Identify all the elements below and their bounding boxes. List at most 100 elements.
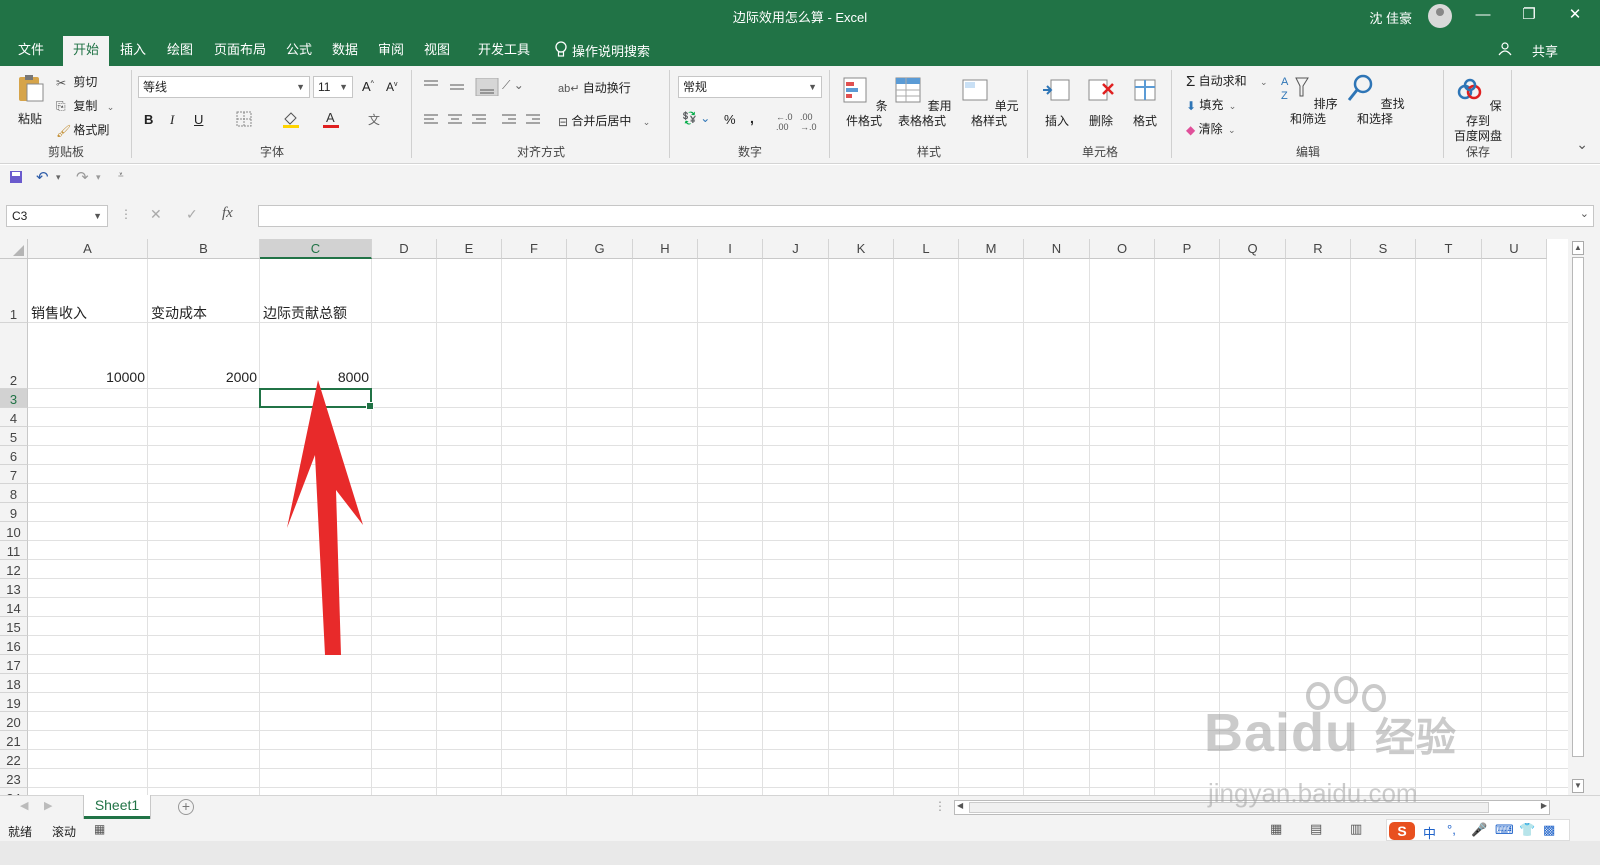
row-header-14[interactable]: 14	[0, 598, 28, 617]
tab-insert[interactable]: 插入	[110, 36, 156, 66]
cell-a2[interactable]: 10000	[28, 369, 145, 385]
row-header-12[interactable]: 12	[0, 560, 28, 579]
merge-center-button[interactable]: ⊟ 合并后居中 ⌄	[558, 112, 650, 129]
font-color-button[interactable]: A	[322, 110, 340, 131]
add-sheet-icon[interactable]: +	[178, 799, 194, 815]
scroll-sheets-left-icon[interactable]: ◀	[20, 799, 28, 812]
formula-input[interactable]: ⌄	[258, 205, 1594, 227]
name-box[interactable]: C3 ▼	[6, 205, 108, 227]
scroll-thumb[interactable]	[1572, 257, 1584, 757]
font-size-combo[interactable]: 11 ▼	[313, 76, 353, 98]
column-header-g[interactable]: G	[567, 239, 633, 259]
column-header-d[interactable]: D	[372, 239, 437, 259]
column-header-e[interactable]: E	[437, 239, 502, 259]
horizontal-align-icons[interactable]	[422, 112, 542, 128]
conditional-format-button[interactable]: 条件格式	[836, 74, 892, 129]
row-header-8[interactable]: 8	[0, 484, 28, 503]
redo-dropdown-icon[interactable]: ▾	[96, 172, 101, 183]
row-header-18[interactable]: 18	[0, 674, 28, 693]
user-name[interactable]: 沈 佳豪	[1369, 8, 1412, 27]
save-to-baidu-button[interactable]: 保存到 百度网盘	[1450, 74, 1506, 144]
scroll-left-icon[interactable]: ◀	[957, 801, 963, 810]
page-layout-view-icon[interactable]: ▤	[1310, 821, 1322, 837]
macro-record-icon[interactable]: ▦	[94, 822, 105, 836]
shrink-font-button[interactable]: Av	[386, 80, 398, 94]
increase-decimal-icon[interactable]: ←.0.00	[776, 112, 793, 132]
keyboard-icon[interactable]: ⌨	[1495, 822, 1514, 838]
row-header-3[interactable]: 3	[0, 389, 28, 408]
cell-a1[interactable]: 销售收入	[31, 303, 87, 323]
column-header-q[interactable]: Q	[1220, 239, 1286, 259]
vertical-align-icons[interactable]	[422, 78, 512, 96]
decrease-decimal-icon[interactable]: .00 →.0	[800, 112, 817, 132]
row-header-23[interactable]: 23	[0, 769, 28, 788]
insert-function-icon[interactable]: fx	[222, 205, 233, 222]
redo-icon[interactable]: ↷	[76, 168, 89, 186]
minimize-button[interactable]: —	[1460, 0, 1506, 32]
row-header-7[interactable]: 7	[0, 465, 28, 484]
scroll-down-icon[interactable]: ▼	[1572, 779, 1584, 793]
borders-button[interactable]	[236, 111, 252, 130]
fill-color-button[interactable]	[282, 110, 300, 131]
cell-styles-button[interactable]: 单元格样式	[954, 74, 1024, 129]
tab-developer[interactable]: 开发工具	[468, 36, 540, 66]
cut-button[interactable]: ✂ 剪切	[56, 73, 97, 90]
column-header-f[interactable]: F	[502, 239, 567, 259]
avatar[interactable]	[1428, 4, 1452, 28]
row-header-24[interactable]: 24	[0, 788, 28, 795]
vertical-scrollbar[interactable]: ▲ ▼	[1568, 239, 1600, 795]
microphone-icon[interactable]: 🎤	[1471, 822, 1487, 838]
row-header-11[interactable]: 11	[0, 541, 28, 560]
column-header-i[interactable]: I	[698, 239, 763, 259]
underline-button[interactable]: U	[194, 112, 203, 127]
enter-icon[interactable]: ✓	[186, 206, 198, 223]
row-header-22[interactable]: 22	[0, 750, 28, 769]
column-header-u[interactable]: U	[1482, 239, 1547, 259]
row-header-9[interactable]: 9	[0, 503, 28, 522]
punctuation-icon[interactable]: °,	[1447, 822, 1456, 837]
tab-file[interactable]: 文件	[8, 36, 54, 66]
row-header-20[interactable]: 20	[0, 712, 28, 731]
column-header-k[interactable]: K	[829, 239, 894, 259]
column-header-m[interactable]: M	[959, 239, 1024, 259]
column-header-j[interactable]: J	[763, 239, 829, 259]
chinese-mode-icon[interactable]: 中	[1423, 823, 1436, 842]
comma-button[interactable]: ,	[750, 110, 754, 126]
row-header-5[interactable]: 5	[0, 427, 28, 446]
find-select-button[interactable]: 查找和选择	[1342, 72, 1408, 127]
orientation-icon[interactable]: ⟋ ⌄	[502, 78, 524, 93]
sogou-icon[interactable]: S	[1389, 822, 1415, 840]
toolbox-icon[interactable]: ▩	[1543, 822, 1555, 838]
column-header-n[interactable]: N	[1024, 239, 1090, 259]
page-break-view-icon[interactable]: ▥	[1350, 821, 1362, 837]
row-header-17[interactable]: 17	[0, 655, 28, 674]
column-header-r[interactable]: R	[1286, 239, 1351, 259]
share-button[interactable]: 共享	[1532, 41, 1558, 60]
customize-qat-icon[interactable]: ⩡	[118, 170, 124, 181]
scroll-sheets-right-icon[interactable]: ▶	[44, 799, 52, 812]
column-header-b[interactable]: B	[148, 239, 260, 259]
undo-dropdown-icon[interactable]: ▾	[56, 172, 61, 183]
phonetic-icon[interactable]: 文	[368, 111, 380, 128]
row-header-2[interactable]: 2	[0, 323, 28, 389]
row-header-6[interactable]: 6	[0, 446, 28, 465]
cancel-icon[interactable]: ✕	[150, 206, 162, 223]
wrap-text-button[interactable]: ab↵ 自动换行	[558, 79, 631, 96]
copy-button[interactable]: ⎘ 复制 ⌄	[56, 97, 114, 114]
format-cells-button[interactable]: 格式	[1124, 74, 1166, 129]
cell-c2[interactable]: 8000	[260, 369, 369, 385]
paste-button[interactable]: 粘贴	[8, 72, 52, 127]
column-header-h[interactable]: H	[633, 239, 698, 259]
tab-home[interactable]: 开始	[63, 36, 110, 66]
scroll-right-icon[interactable]: ▶	[1541, 801, 1547, 810]
tab-review[interactable]: 审阅	[368, 36, 414, 66]
tab-view[interactable]: 视图	[414, 36, 460, 66]
cell-b2[interactable]: 2000	[148, 369, 257, 385]
row-header-15[interactable]: 15	[0, 617, 28, 636]
clear-button[interactable]: ◆ 清除 ⌄	[1186, 120, 1235, 137]
grow-font-button[interactable]: A^	[362, 79, 374, 94]
delete-cells-button[interactable]: 删除	[1080, 74, 1122, 129]
row-header-19[interactable]: 19	[0, 693, 28, 712]
row-header-21[interactable]: 21	[0, 731, 28, 750]
format-as-table-button[interactable]: 套用 表格格式	[892, 74, 952, 129]
